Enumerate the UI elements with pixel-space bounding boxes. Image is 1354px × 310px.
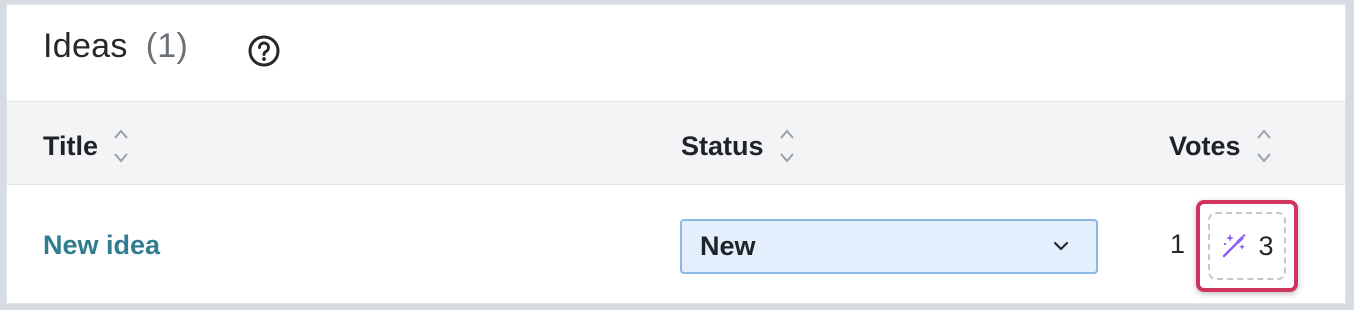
- panel-count: (1): [145, 27, 189, 65]
- status-select-value: New: [700, 231, 756, 261]
- question-circle-icon[interactable]: [247, 34, 281, 68]
- chevron-down-icon: [1053, 241, 1069, 251]
- panel-title-text: Ideas: [43, 27, 128, 65]
- column-header-label: Votes: [1169, 130, 1241, 161]
- column-header-status[interactable]: Status: [681, 126, 796, 166]
- status-select[interactable]: New: [680, 219, 1098, 274]
- column-header-label: Title: [43, 130, 99, 161]
- idea-title-link[interactable]: New idea: [43, 230, 160, 261]
- highlight-box: 3: [1196, 200, 1298, 292]
- table-row: New idea New 1 3: [7, 185, 1345, 303]
- sort-arrows-icon[interactable]: [112, 126, 130, 166]
- column-header-label: Status: [681, 130, 764, 161]
- panel-header: Ideas (1): [7, 5, 1345, 101]
- ideas-panel: Ideas (1) Title Status Votes New idea Ne…: [6, 4, 1346, 304]
- sort-arrows-icon[interactable]: [778, 126, 796, 166]
- ai-votes-count: 3: [1258, 230, 1274, 261]
- column-header-title[interactable]: Title: [43, 126, 130, 166]
- sort-arrows-icon[interactable]: [1255, 126, 1273, 166]
- ai-votes-chip[interactable]: 3: [1208, 212, 1286, 280]
- magic-wand-icon: [1223, 234, 1246, 258]
- votes-count: 1: [1170, 229, 1186, 259]
- panel-title: Ideas (1): [43, 27, 188, 66]
- column-header-votes[interactable]: Votes: [1169, 126, 1273, 166]
- table-header: Title Status Votes: [7, 101, 1345, 185]
